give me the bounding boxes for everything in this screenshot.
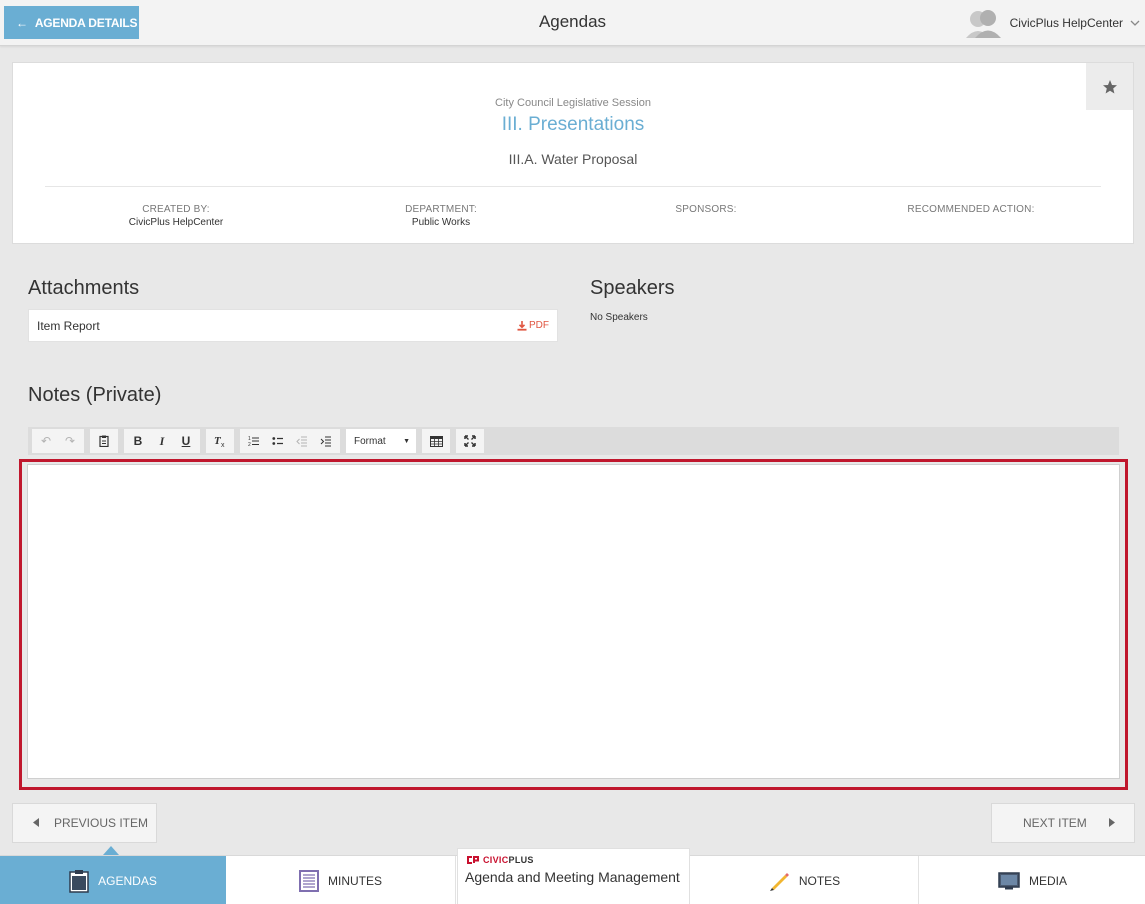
numbered-list-icon[interactable]: 12: [242, 429, 266, 453]
maximize-group: [456, 429, 484, 453]
civicplus-logo: CIVIC PLUS: [466, 855, 534, 865]
no-speakers-text: No Speakers: [590, 312, 648, 323]
attachment-pdf-link[interactable]: PDF: [517, 320, 549, 331]
meta-department: DEPARTMENT: Public Works: [311, 204, 571, 228]
attachment-type: PDF: [529, 320, 549, 331]
next-item-button[interactable]: NEXT ITEM: [991, 803, 1135, 843]
list-group: 12: [240, 429, 340, 453]
brand-plus: PLUS: [508, 855, 534, 865]
meta-label: RECOMMENDED ACTION:: [907, 204, 1035, 215]
meta-value: CivicPlus HelpCenter: [128, 217, 224, 228]
nav-agendas-label: AGENDAS: [98, 873, 157, 888]
meta-value: Public Works: [411, 217, 471, 228]
style-group: B I U: [124, 429, 200, 453]
outdent-icon[interactable]: [290, 429, 314, 453]
session-title: City Council Legislative Session: [495, 97, 651, 109]
attachment-row[interactable]: Item Report PDF: [28, 309, 558, 342]
meta-label: DEPARTMENT:: [405, 204, 477, 215]
speakers-heading: Speakers: [590, 277, 675, 299]
section-title: III. Presentations: [501, 114, 645, 135]
redo-icon[interactable]: ↷: [58, 429, 82, 453]
nav-notes[interactable]: NOTES: [690, 856, 919, 904]
chevron-down-icon: [1130, 20, 1140, 26]
caret-down-icon: ▼: [403, 437, 410, 445]
brand-product-name: Agenda and Meeting Management: [465, 869, 680, 885]
caret-left-icon: [33, 816, 39, 830]
meta-label: SPONSORS:: [675, 204, 737, 215]
user-menu[interactable]: CivicPlus HelpCenter: [964, 8, 1145, 38]
top-bar: ← AGENDA DETAILS Agendas CivicPlus HelpC…: [0, 0, 1145, 46]
download-icon: [517, 320, 527, 331]
bold-icon[interactable]: B: [126, 429, 150, 453]
nav-minutes-label: MINUTES: [328, 873, 382, 888]
bottom-nav: AGENDAS MINUTES CIVIC PLUS Agenda and Mee…: [0, 848, 1145, 904]
user-avatar-icon: [965, 10, 1001, 38]
divider: [45, 186, 1101, 187]
meta-label: CREATED BY:: [142, 204, 210, 215]
format-label: Format: [354, 435, 386, 447]
attachment-name[interactable]: Item Report: [37, 319, 100, 333]
meta-created-by: CREATED BY: CivicPlus HelpCenter: [46, 204, 306, 228]
nav-notes-label: NOTES: [798, 873, 841, 888]
next-item-label: NEXT ITEM: [1023, 816, 1087, 830]
remove-format-icon[interactable]: Tx: [208, 429, 232, 453]
nav-media-label: MEDIA: [1028, 873, 1067, 888]
minutes-list-icon: [299, 869, 319, 892]
bulleted-list-icon[interactable]: [266, 429, 290, 453]
underline-icon[interactable]: U: [174, 429, 198, 453]
item-title: III.A. Water Proposal: [508, 151, 638, 167]
pencil-icon: [769, 872, 789, 891]
active-tab-pointer: [103, 846, 119, 855]
undo-icon[interactable]: ↶: [34, 429, 58, 453]
nav-agendas[interactable]: AGENDAS: [0, 856, 226, 904]
brand-civic: CIVIC: [483, 855, 509, 865]
history-group: ↶ ↷: [32, 429, 84, 453]
paste-icon[interactable]: [92, 429, 116, 453]
table-group: [422, 429, 450, 453]
civicplus-branding: CIVIC PLUS Agenda and Meeting Management: [457, 848, 690, 904]
agenda-item-card: City Council Legislative Session III. Pr…: [12, 62, 1134, 244]
caret-right-icon: [1108, 816, 1115, 830]
clipboard-group: [90, 429, 118, 453]
clipboard-icon: [69, 869, 89, 893]
notes-heading: Notes (Private): [28, 384, 162, 406]
nav-media[interactable]: MEDIA: [920, 856, 1145, 904]
indent-icon[interactable]: [314, 429, 338, 453]
italic-icon[interactable]: I: [150, 429, 174, 453]
editor-toolbar: ↶ ↷ B I U Tx 12 Format ▼: [28, 427, 1119, 455]
maximize-icon[interactable]: [458, 429, 482, 453]
nav-minutes[interactable]: MINUTES: [226, 856, 456, 904]
svg-text:2: 2: [248, 442, 251, 447]
svg-text:x: x: [221, 442, 225, 448]
notes-editor[interactable]: [27, 464, 1120, 779]
star-icon: [1102, 79, 1117, 93]
format-dropdown[interactable]: Format ▼: [346, 429, 416, 453]
meta-recommended-action: RECOMMENDED ACTION:: [841, 204, 1101, 217]
user-name: CivicPlus HelpCenter: [1009, 16, 1123, 30]
previous-item-label: PREVIOUS ITEM: [54, 816, 149, 830]
attachments-heading: Attachments: [28, 277, 140, 299]
table-icon[interactable]: [424, 429, 448, 453]
meta-sponsors: SPONSORS:: [576, 204, 836, 217]
clear-group: Tx: [206, 429, 234, 453]
previous-item-button[interactable]: PREVIOUS ITEM: [12, 803, 157, 843]
monitor-icon: [998, 871, 1020, 889]
